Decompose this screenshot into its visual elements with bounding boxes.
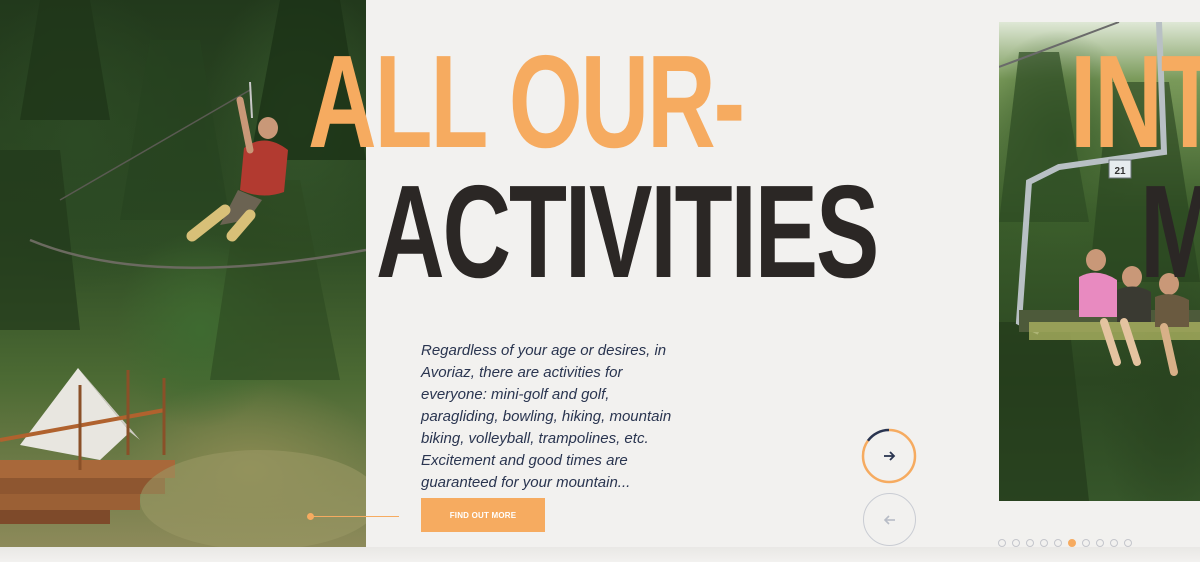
pagination-dot[interactable] (1124, 539, 1132, 547)
cta-connector-dot (307, 513, 314, 520)
pagination-dot[interactable] (1054, 539, 1062, 547)
pagination-dot[interactable] (1110, 539, 1118, 547)
next-headline-main: M (1140, 166, 1200, 298)
pagination-dot[interactable] (1026, 539, 1034, 547)
pagination-dot[interactable] (1068, 539, 1076, 547)
previous-slide-button[interactable] (863, 493, 916, 546)
activities-slider: 21 ALL OUR- ACTIVITIES INT M Regardless … (0, 0, 1200, 562)
next-slide-progress-ring (861, 428, 917, 484)
next-slide-button[interactable] (861, 428, 917, 484)
next-headline-accent: INT (1070, 28, 1200, 175)
slide-description: Regardless of your age or desires, in Av… (421, 342, 672, 491)
headline-accent: ALL OUR- (308, 28, 745, 175)
arrow-left-icon (883, 514, 895, 525)
slide-pagination (998, 539, 1132, 547)
pagination-dot[interactable] (1012, 539, 1020, 547)
headline-main: ACTIVITIES (376, 158, 879, 305)
pagination-dot[interactable] (1040, 539, 1048, 547)
page-bottom-edge (0, 547, 1200, 562)
pagination-dot[interactable] (998, 539, 1006, 547)
cta-connector-line (311, 516, 399, 517)
pagination-dot[interactable] (1096, 539, 1104, 547)
arrow-right-icon (884, 451, 896, 461)
find-out-more-button[interactable]: FIND OUT MORE (421, 498, 545, 532)
pagination-dot[interactable] (1082, 539, 1090, 547)
